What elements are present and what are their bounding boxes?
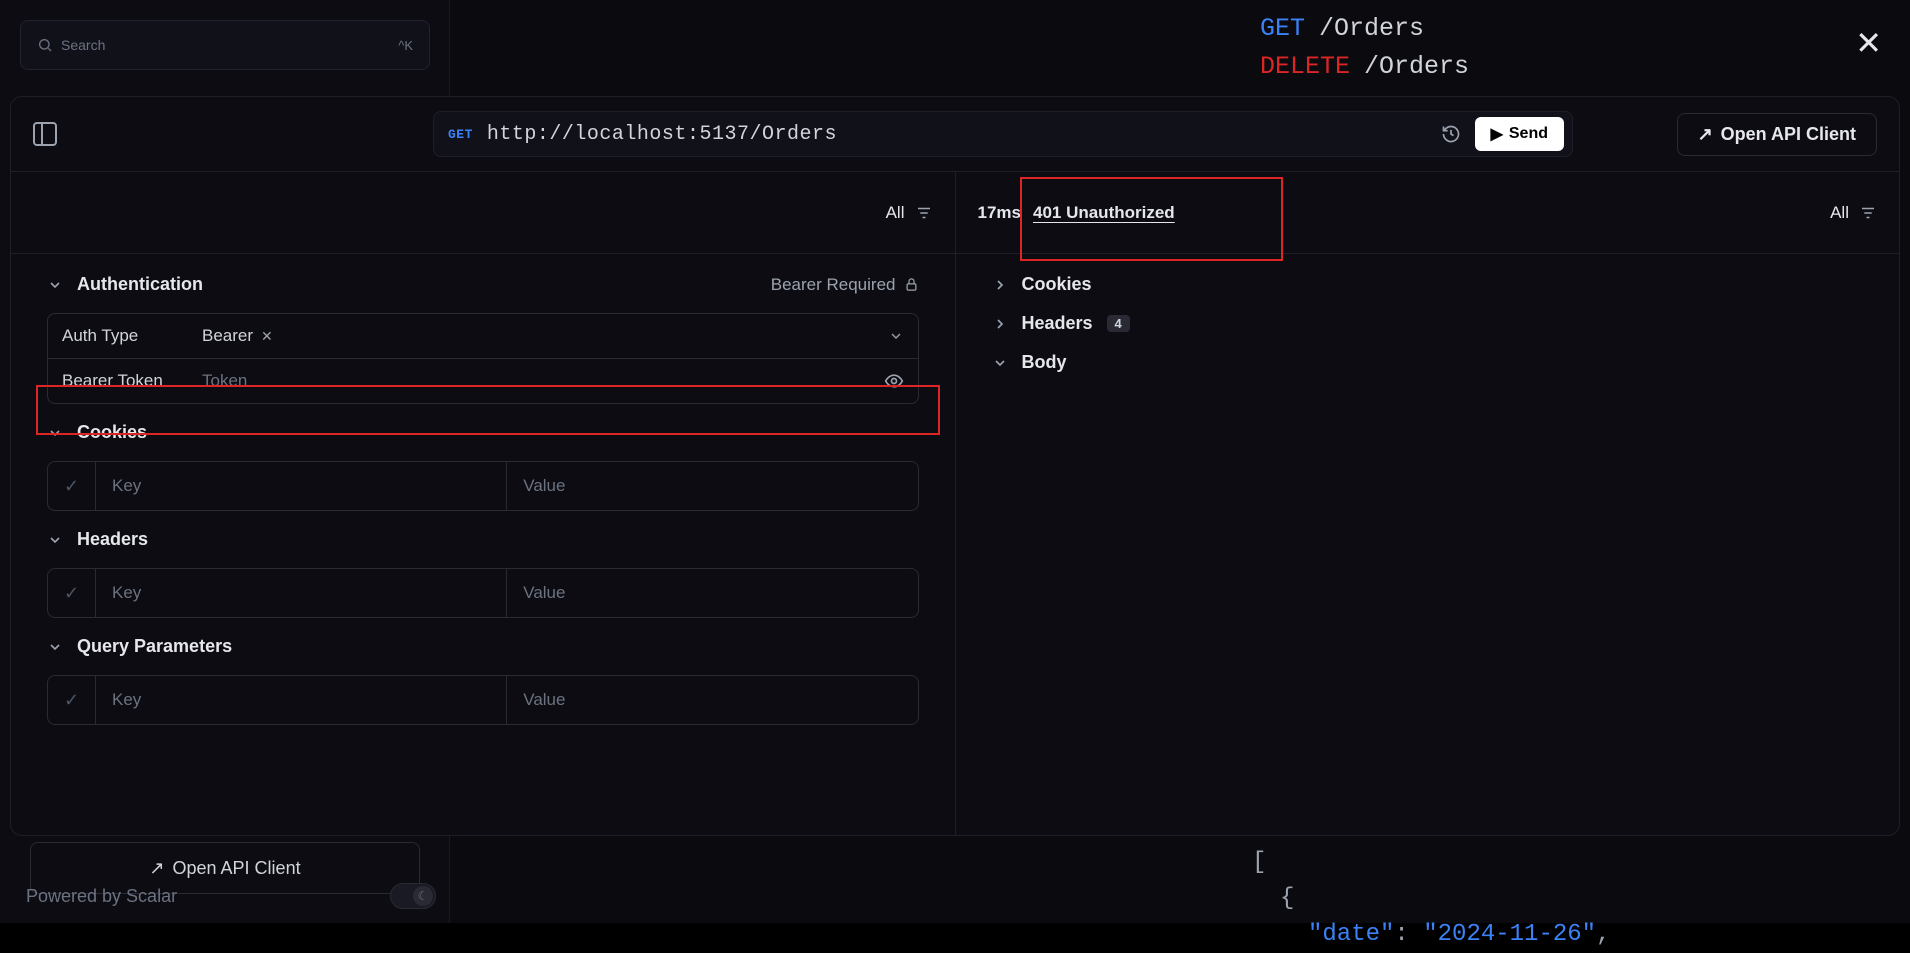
bg-endpoints: GET/Orders DELETE/Orders — [1260, 10, 1469, 86]
bearer-token-row[interactable]: Bearer Token Token — [48, 358, 918, 403]
search-placeholder: Search — [61, 37, 105, 53]
headers-table: ✓ Key Value — [47, 568, 919, 618]
headers-key-input[interactable]: Key — [96, 569, 506, 617]
chevron-right-icon — [992, 316, 1008, 332]
response-section-headers[interactable]: Headers 4 — [992, 313, 1864, 334]
lock-icon — [904, 277, 919, 292]
bg-json-preview: [ { "date": "2024-11-26", — [1252, 845, 1610, 953]
history-icon[interactable] — [1441, 124, 1461, 144]
chevron-down-icon[interactable] — [888, 328, 904, 344]
external-link-icon: ↗ — [1698, 124, 1713, 145]
headers-value-input[interactable]: Value — [506, 569, 917, 617]
auth-box: Auth Type Bearer ✕ Bearer Token Token — [47, 313, 919, 404]
close-icon[interactable]: ✕ — [1855, 24, 1882, 62]
section-query-parameters[interactable]: Query Parameters — [47, 636, 919, 657]
request-pane-header: All — [11, 172, 955, 254]
section-headers[interactable]: Headers — [47, 529, 919, 550]
external-link-icon: ↗ — [149, 858, 164, 879]
row-enable-checkbox[interactable]: ✓ — [48, 462, 96, 510]
url-bar[interactable]: GET http://localhost:5137/Orders ▶ Send — [433, 111, 1573, 157]
query-table: ✓ Key Value — [47, 675, 919, 725]
api-request-modal: GET http://localhost:5137/Orders ▶ Send … — [10, 96, 1900, 836]
cookies-table: ✓ Key Value — [47, 461, 919, 511]
cookies-value-input[interactable]: Value — [506, 462, 917, 510]
cookies-key-input[interactable]: Key — [96, 462, 506, 510]
chevron-down-icon — [47, 639, 63, 655]
response-pane: 17ms 401 Unauthorized All Cookies H — [956, 172, 1900, 835]
powered-by-label: Powered by Scalar — [26, 886, 177, 907]
query-value-input[interactable]: Value — [506, 676, 917, 724]
url-text[interactable]: http://localhost:5137/Orders — [487, 123, 1427, 146]
filter-all-label[interactable]: All — [1830, 203, 1849, 223]
modal-toolbar: GET http://localhost:5137/Orders ▶ Send … — [11, 97, 1899, 172]
moon-icon: ☾ — [413, 886, 433, 906]
sidebar-toggle-icon[interactable] — [33, 122, 57, 146]
search-icon — [37, 37, 53, 53]
chevron-down-icon — [992, 355, 1008, 371]
chevron-right-icon — [992, 277, 1008, 293]
auth-required-label: Bearer Required — [771, 275, 896, 295]
filter-all-label[interactable]: All — [886, 203, 905, 223]
response-section-cookies[interactable]: Cookies — [992, 274, 1864, 295]
bearer-token-input[interactable]: Token — [202, 371, 247, 391]
auth-type-row[interactable]: Auth Type Bearer ✕ — [48, 314, 918, 358]
section-authentication[interactable]: Authentication Bearer Required — [47, 274, 919, 295]
response-section-body[interactable]: Body — [992, 352, 1864, 373]
filter-icon[interactable] — [915, 204, 933, 222]
play-icon: ▶ — [1491, 124, 1503, 144]
response-time: 17ms — [978, 203, 1021, 223]
search-shortcut: ^K — [398, 38, 413, 53]
request-pane: All Authentication Bearer Required — [11, 172, 956, 835]
chevron-down-icon — [47, 532, 63, 548]
method-badge: GET — [448, 127, 473, 142]
chevron-down-icon — [47, 277, 63, 293]
clear-auth-icon[interactable]: ✕ — [261, 328, 273, 345]
row-enable-checkbox[interactable]: ✓ — [48, 676, 96, 724]
response-pane-header: 17ms 401 Unauthorized All — [956, 172, 1900, 254]
send-button[interactable]: ▶ Send — [1475, 117, 1564, 151]
eye-icon[interactable] — [884, 371, 904, 391]
filter-icon[interactable] — [1859, 204, 1877, 222]
modal-body: All Authentication Bearer Required — [11, 172, 1899, 835]
bg-footer: Powered by Scalar ☾ — [26, 883, 436, 909]
section-cookies[interactable]: Cookies — [47, 422, 919, 443]
theme-toggle[interactable]: ☾ — [390, 883, 436, 909]
bg-search-input[interactable]: Search ^K — [20, 20, 430, 70]
open-api-client-button[interactable]: ↗ Open API Client — [1677, 113, 1877, 156]
query-key-input[interactable]: Key — [96, 676, 506, 724]
response-status[interactable]: 401 Unauthorized — [1033, 203, 1175, 223]
chevron-down-icon — [47, 425, 63, 441]
headers-count-badge: 4 — [1107, 315, 1130, 332]
row-enable-checkbox[interactable]: ✓ — [48, 569, 96, 617]
